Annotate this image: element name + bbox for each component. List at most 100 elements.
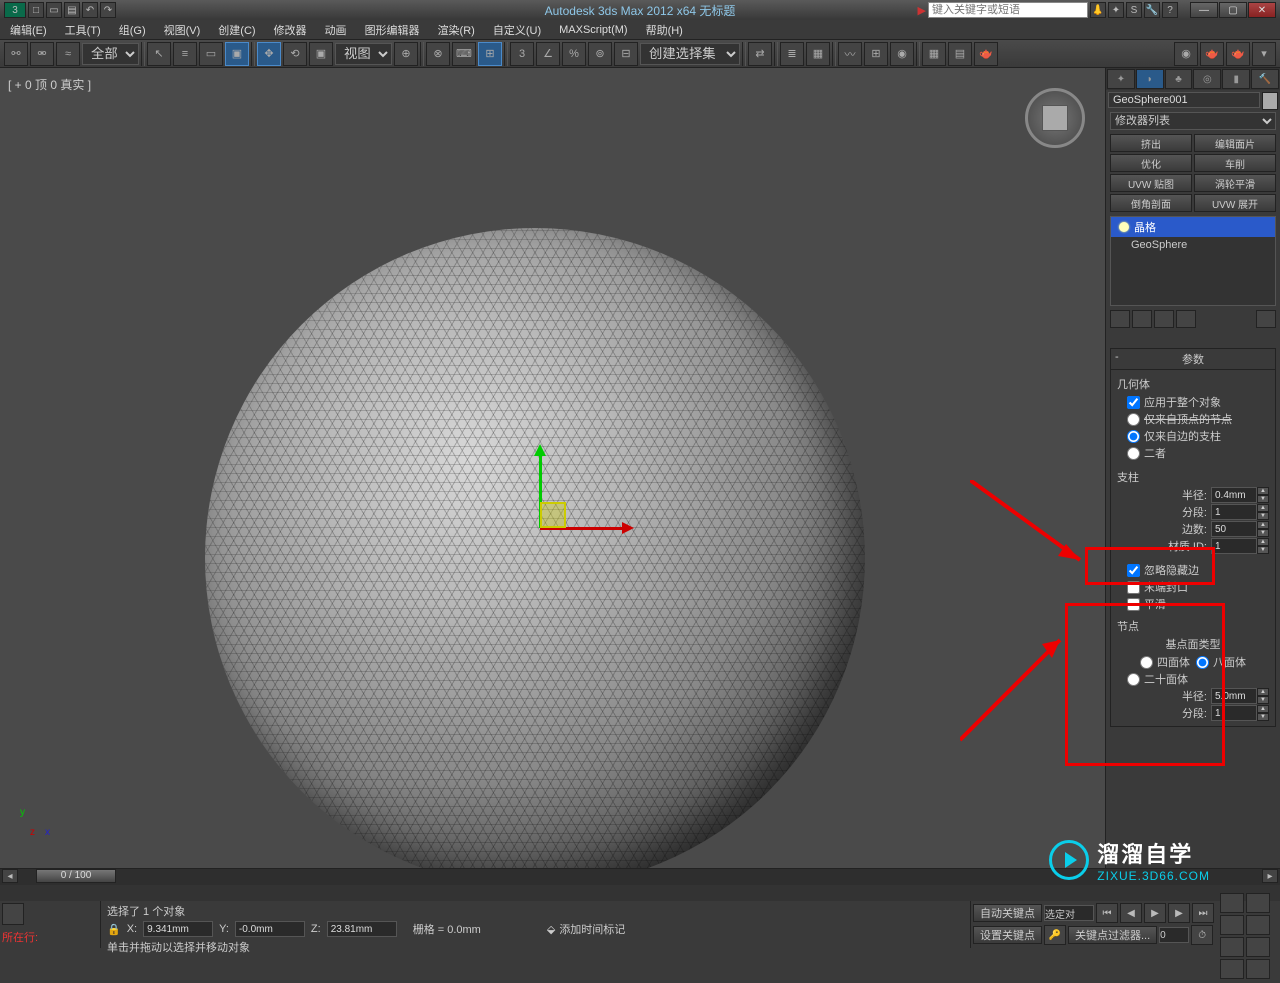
time-prev-icon[interactable]: ◂	[2, 869, 18, 883]
maximize-button[interactable]: ▢	[1219, 2, 1247, 18]
lightbulb-icon[interactable]	[1119, 222, 1129, 232]
btn-uvwmap[interactable]: UVW 贴图	[1110, 174, 1192, 192]
spin-down[interactable]: ▼	[1257, 696, 1269, 704]
btn-uvwunwrap[interactable]: UVW 展开	[1194, 194, 1276, 212]
make-unique-icon[interactable]	[1154, 310, 1174, 328]
window-crossing-icon[interactable]: ▣	[225, 42, 249, 66]
mirror-icon[interactable]: ⇄	[748, 42, 772, 66]
help-wrench-icon[interactable]: 🔧	[1144, 2, 1160, 18]
spin-up[interactable]: ▲	[1257, 705, 1269, 713]
keyfilter-button[interactable]: 关键点过滤器...	[1068, 926, 1157, 944]
spin-down[interactable]: ▼	[1257, 529, 1269, 537]
coord-system-dropdown[interactable]: 视图	[335, 43, 392, 65]
tab-motion-icon[interactable]: ◎	[1193, 69, 1221, 89]
input-radius[interactable]	[1211, 487, 1257, 503]
time-slider-handle[interactable]: 0 / 100	[36, 869, 116, 883]
zoom-extents-icon[interactable]	[1220, 915, 1244, 935]
show-end-icon[interactable]	[1132, 310, 1152, 328]
manipulate-icon[interactable]: ⊗	[426, 42, 450, 66]
input-seg2[interactable]	[1211, 705, 1257, 721]
radio-struts-only[interactable]	[1127, 430, 1140, 443]
menu-animation[interactable]: 动画	[325, 22, 347, 38]
redo-icon[interactable]: ↷	[100, 2, 116, 18]
modifier-list-dropdown[interactable]: 修改器列表	[1110, 112, 1276, 130]
stack-item-geosphere[interactable]: GeoSphere	[1111, 237, 1275, 253]
radio-octa[interactable]	[1196, 656, 1209, 669]
maximize-viewport-icon[interactable]	[1246, 959, 1270, 979]
input-radius2[interactable]	[1211, 688, 1257, 704]
unlink-icon[interactable]: ⚮	[30, 42, 54, 66]
fov-icon[interactable]	[1220, 959, 1244, 979]
search-tool-icon[interactable]: 👃	[1090, 2, 1106, 18]
teapot3-icon[interactable]: 🫖	[1226, 42, 1250, 66]
menu-custom[interactable]: 自定义(U)	[493, 22, 541, 38]
radio-both[interactable]	[1127, 447, 1140, 460]
btn-extrude[interactable]: 挤出	[1110, 134, 1192, 152]
pivot-icon[interactable]: ⊕	[394, 42, 418, 66]
radio-tetra[interactable]	[1140, 656, 1153, 669]
lock-icon[interactable]: 🔒	[107, 923, 121, 936]
tab-display-icon[interactable]: ▮	[1222, 69, 1250, 89]
minimize-button[interactable]: —	[1190, 2, 1218, 18]
key-target-input[interactable]	[1044, 905, 1094, 921]
help-star-icon[interactable]: ✦	[1108, 2, 1124, 18]
menu-tools[interactable]: 工具(T)	[65, 22, 101, 38]
menu-edit[interactable]: 编辑(E)	[10, 22, 47, 38]
autokey-button[interactable]: 自动关键点	[973, 904, 1042, 922]
btn-turbosmooth[interactable]: 涡轮平滑	[1194, 174, 1276, 192]
menu-graph[interactable]: 图形编辑器	[365, 22, 420, 38]
align-icon[interactable]: ≣	[780, 42, 804, 66]
material-icon[interactable]: ◉	[890, 42, 914, 66]
btn-lathe[interactable]: 车削	[1194, 154, 1276, 172]
zoom-extents-all-icon[interactable]	[1246, 915, 1270, 935]
chk-apply-whole[interactable]	[1127, 396, 1140, 409]
undo-icon[interactable]: ↶	[82, 2, 98, 18]
help-q-icon[interactable]: ?	[1162, 2, 1178, 18]
key-icon[interactable]: 🔑	[1044, 925, 1066, 945]
chk-smooth[interactable]	[1127, 598, 1140, 611]
viewport[interactable]: [ + 0 顶 0 真实 ] yzx	[0, 68, 1105, 868]
time-next-icon[interactable]: ▸	[1262, 869, 1278, 883]
input-sides[interactable]	[1211, 521, 1257, 537]
menu-help[interactable]: 帮助(H)	[646, 22, 683, 38]
menu-group[interactable]: 组(G)	[119, 22, 146, 38]
spin-up[interactable]: ▲	[1257, 538, 1269, 546]
close-button[interactable]: ✕	[1248, 2, 1276, 18]
bind-icon[interactable]: ≈	[56, 42, 80, 66]
save-icon[interactable]: ▤	[64, 2, 80, 18]
time-config-icon[interactable]: ⏱	[1191, 925, 1213, 945]
gizmo-xy-plane[interactable]	[540, 502, 566, 528]
help-s-icon[interactable]: S	[1126, 2, 1142, 18]
zoom-icon[interactable]	[1220, 893, 1244, 913]
select-region-icon[interactable]: ▭	[199, 42, 223, 66]
new-icon[interactable]: □	[28, 2, 44, 18]
setkey-button[interactable]: 设置关键点	[973, 926, 1042, 944]
teapot4-icon[interactable]: ▾	[1252, 42, 1276, 66]
coord-z-input[interactable]	[327, 921, 397, 937]
coord-y-input[interactable]	[235, 921, 305, 937]
rollout-header[interactable]: -参数	[1111, 349, 1275, 370]
spin-up[interactable]: ▲	[1257, 487, 1269, 495]
tab-create-icon[interactable]: ✦	[1107, 69, 1135, 89]
coord-x-input[interactable]	[143, 921, 213, 937]
radio-joints-only[interactable]	[1127, 413, 1140, 426]
angle-snap-icon[interactable]: ∠	[536, 42, 560, 66]
scale-icon[interactable]: ▣	[309, 42, 333, 66]
viewport-label[interactable]: [ + 0 顶 0 真实 ]	[8, 76, 91, 93]
link-icon[interactable]: ⚯	[4, 42, 28, 66]
btn-optimize[interactable]: 优化	[1110, 154, 1192, 172]
stack-item-lattice[interactable]: 晶格	[1111, 217, 1275, 237]
object-name-input[interactable]	[1108, 92, 1260, 108]
btn-bevelprofile[interactable]: 倒角剖面	[1110, 194, 1192, 212]
search-input[interactable]	[928, 2, 1088, 18]
input-segments[interactable]	[1211, 504, 1257, 520]
snap-2d-icon[interactable]: ⊞	[478, 42, 502, 66]
spin-up[interactable]: ▲	[1257, 504, 1269, 512]
zoom-all-icon[interactable]	[1246, 893, 1270, 913]
goto-end-icon[interactable]: ⏭	[1192, 903, 1214, 923]
rotate-icon[interactable]: ⟲	[283, 42, 307, 66]
tag-icon[interactable]: ⬙	[547, 923, 555, 936]
select-name-icon[interactable]: ≡	[173, 42, 197, 66]
script-icon[interactable]	[2, 903, 24, 925]
edit-named-icon[interactable]: ⊟	[614, 42, 638, 66]
